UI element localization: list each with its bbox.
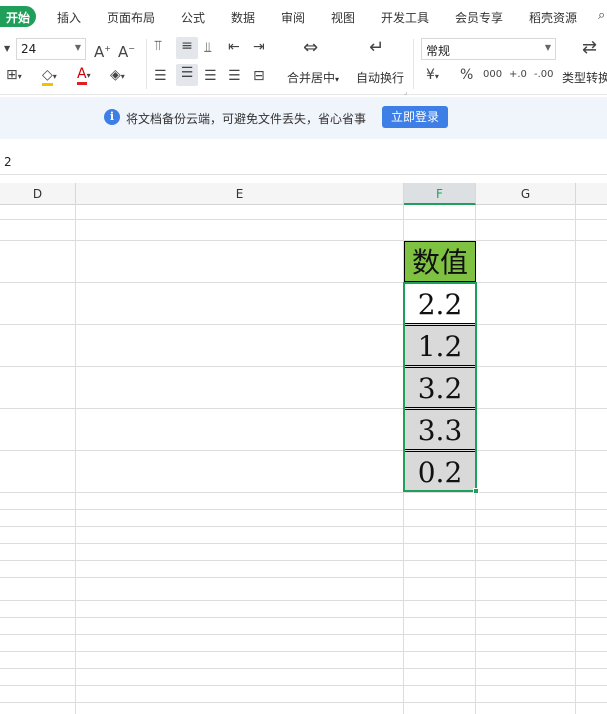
gridline xyxy=(0,526,607,527)
gridline xyxy=(0,509,607,510)
gridline xyxy=(0,617,607,618)
gridline xyxy=(0,577,607,578)
fill-color-icon[interactable]: ◇▾ xyxy=(42,66,57,86)
merge-center-label: 合并居中 xyxy=(287,71,336,85)
tab-view[interactable]: 视图 xyxy=(331,9,355,26)
tab-page-layout[interactable]: 页面布局 xyxy=(107,9,155,26)
align-center-icon[interactable]: ☰ xyxy=(176,64,198,86)
sheet-grid[interactable] xyxy=(0,205,607,714)
info-icon: i xyxy=(104,109,120,125)
decrease-font-icon[interactable]: A− xyxy=(118,40,135,61)
type-convert-icon[interactable]: ⇄ xyxy=(582,39,597,57)
divider xyxy=(413,39,414,89)
gridline xyxy=(0,408,607,409)
align-top-icon[interactable]: ⫪ xyxy=(154,37,162,55)
increase-indent-icon[interactable]: ⇥ xyxy=(253,38,265,56)
justify-icon[interactable]: ☰ xyxy=(228,67,241,85)
align-middle-icon[interactable]: ≡ xyxy=(176,37,198,59)
gridline xyxy=(0,668,607,669)
tab-docer-resources[interactable]: 稻壳资源 xyxy=(529,9,577,26)
ribbon-toolbar: ▼ 24 ▼ A+ A− ⊞▾ ◇▾ A▾ ◈▾ ⫪ ≡ ⫫ ⇤ ⇥ ☰ ☰ ☰… xyxy=(0,33,607,96)
number-format-select[interactable]: 常规 ▼ xyxy=(421,38,556,60)
chevron-down-icon: ▼ xyxy=(544,43,551,52)
gridline xyxy=(0,685,607,686)
tab-insert[interactable]: 插入 xyxy=(57,9,81,26)
gridline xyxy=(0,240,607,241)
increase-font-icon[interactable]: A+ xyxy=(94,40,111,61)
column-header-e[interactable]: E xyxy=(76,183,404,205)
currency-button[interactable]: ¥▾ xyxy=(426,66,439,86)
gridline xyxy=(0,560,607,561)
fill-handle[interactable] xyxy=(473,488,479,494)
gridline xyxy=(0,600,607,601)
distributed-align-icon[interactable]: ⊟ xyxy=(253,67,265,85)
tab-member[interactable]: 会员专享 xyxy=(455,9,503,26)
gridline xyxy=(0,492,607,493)
gridline xyxy=(0,543,607,544)
column-header-f[interactable]: F xyxy=(404,183,476,205)
type-convert-button[interactable]: 类型转换 xyxy=(562,69,607,86)
decrease-decimal-button[interactable]: -.00 xyxy=(534,66,554,84)
notice-message: 将文档备份云端，可避免文件丢失，省心省事 xyxy=(126,112,367,126)
border-style-icon[interactable]: ⊞▾ xyxy=(6,66,22,86)
gridline xyxy=(0,651,607,652)
font-color-icon[interactable]: A▾ xyxy=(77,65,91,85)
gridline xyxy=(0,324,607,325)
tab-data[interactable]: 数据 xyxy=(231,9,255,26)
tab-review[interactable]: 审阅 xyxy=(281,9,305,26)
currency-symbol: ¥ xyxy=(426,67,435,83)
align-bottom-icon[interactable]: ⫫ xyxy=(204,39,212,57)
increase-decimal-button[interactable]: +.0 xyxy=(509,66,527,84)
align-left-icon[interactable]: ☰ xyxy=(154,67,167,85)
selection-range xyxy=(403,282,477,492)
align-right-icon[interactable]: ☰ xyxy=(204,67,217,85)
formula-bar[interactable]: 2 xyxy=(0,151,607,175)
wrap-text-button[interactable]: 自动换行 xyxy=(356,69,404,86)
divider xyxy=(146,39,147,89)
thousands-separator-button[interactable]: 000 xyxy=(483,66,502,84)
merge-center-icon[interactable]: ⇔ xyxy=(303,39,318,57)
tab-home[interactable]: 开始 xyxy=(0,6,37,27)
percent-button[interactable]: % xyxy=(460,66,473,84)
font-size-value: 24 xyxy=(21,42,37,56)
tab-developer[interactable]: 开发工具 xyxy=(381,9,429,26)
column-header-row: D E F G xyxy=(0,183,607,205)
ribbon-tab-bar: 开始 插入 页面布局 公式 数据 审阅 视图 开发工具 会员专享 稻壳资源 ⌕ xyxy=(0,0,607,33)
gridline xyxy=(0,702,607,703)
wrap-text-icon[interactable]: ↵ xyxy=(369,39,384,57)
gridline xyxy=(0,450,607,451)
number-format-value: 常规 xyxy=(426,44,451,58)
column-header-d[interactable]: D xyxy=(0,183,76,205)
chevron-down-icon: ▼ xyxy=(74,43,81,52)
font-size-select[interactable]: 24 ▼ xyxy=(16,38,86,60)
formula-value[interactable]: 2 xyxy=(4,155,12,169)
search-icon[interactable]: ⌕ xyxy=(598,7,605,25)
login-button[interactable]: 立即登录 xyxy=(382,106,448,128)
gridline xyxy=(0,282,607,283)
column-header-g[interactable]: G xyxy=(476,183,576,205)
eraser-icon[interactable]: ◈▾ xyxy=(110,66,125,86)
header-cell-f[interactable]: 数值 xyxy=(404,241,476,282)
tab-formulas[interactable]: 公式 xyxy=(181,9,205,26)
gridline xyxy=(0,634,607,635)
decrease-indent-icon[interactable]: ⇤ xyxy=(228,38,240,56)
merge-center-button[interactable]: 合并居中▾ xyxy=(287,69,339,86)
gridline xyxy=(0,366,607,367)
gridline xyxy=(0,219,607,220)
cloud-backup-notice: i 将文档备份云端，可避免文件丢失，省心省事 立即登录 xyxy=(0,97,607,139)
chevron-down-icon[interactable]: ▼ xyxy=(4,40,10,58)
